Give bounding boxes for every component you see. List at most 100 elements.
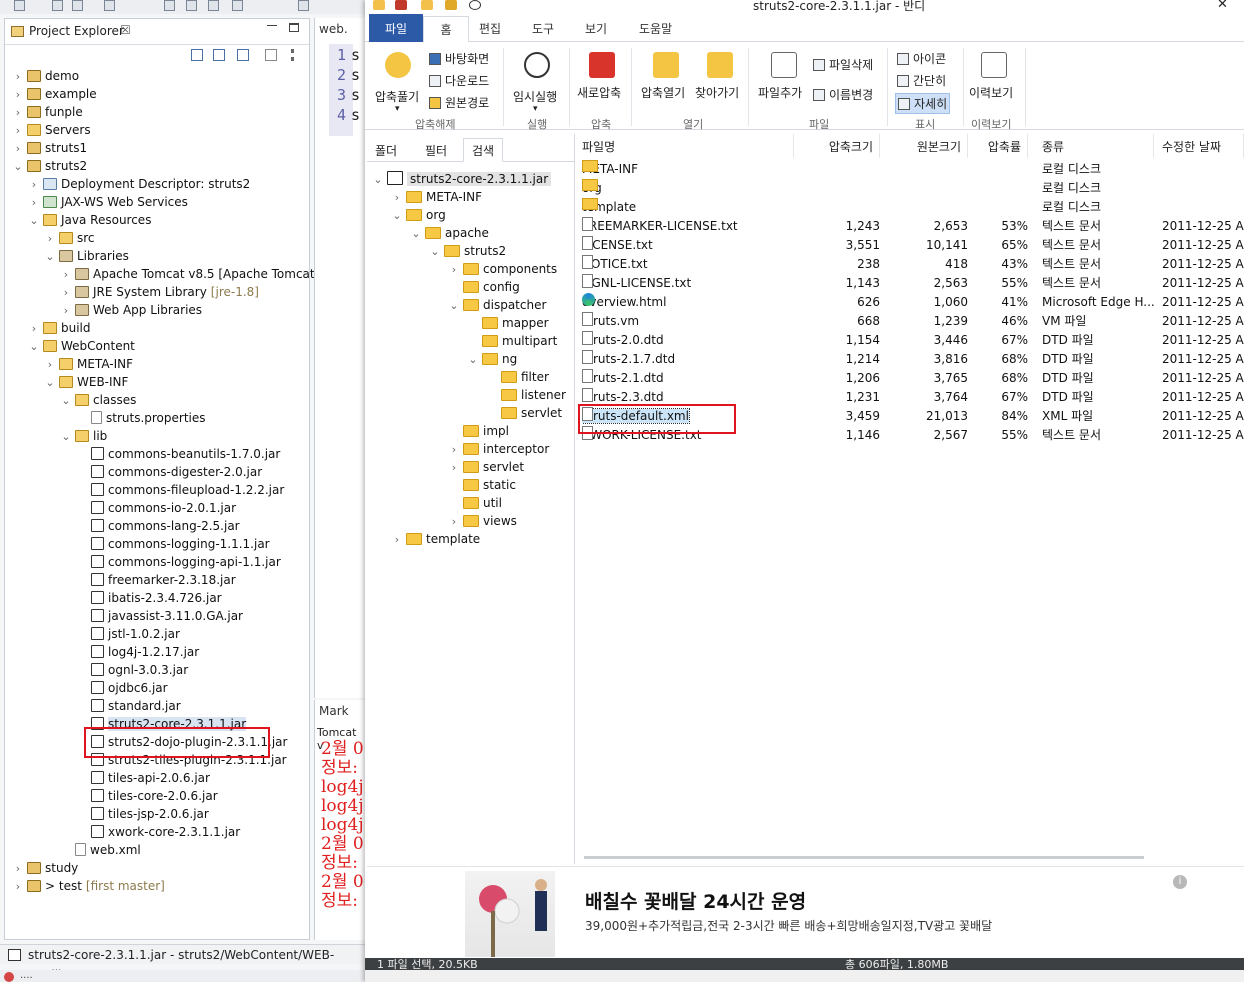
folder-tree-item[interactable]: ⌄ dispatcher bbox=[367, 296, 546, 314]
tree-item[interactable]: › Deployment Descriptor: struts2 bbox=[5, 175, 251, 193]
tree-item[interactable]: › funple bbox=[5, 103, 83, 121]
tree-item[interactable]: jstl-1.0.2.jar bbox=[5, 625, 180, 643]
tree-item[interactable]: › JRE System Library [jre-1.8] bbox=[5, 283, 259, 301]
chevron-right-icon[interactable]: › bbox=[449, 441, 459, 459]
file-row[interactable]: struts-2.0.dtd 1,154 3,446 67% DTD 파일 2011-12… bbox=[576, 331, 1244, 350]
close-icon[interactable]: ✕ bbox=[1217, 0, 1228, 12]
file-row[interactable]: template 로컬 디스크 bbox=[576, 198, 1244, 217]
folder-tree-item[interactable]: › META-INF bbox=[367, 188, 482, 206]
tree-item[interactable]: ibatis-2.3.4.726.jar bbox=[5, 589, 222, 607]
ad-subtitle[interactable]: 39,000원+추가적립금,전국 2-3시간 빠른 배송+희망배송일지정,TV광… bbox=[585, 917, 992, 934]
debug-icon[interactable] bbox=[164, 0, 175, 11]
tab-edit[interactable]: 편집 bbox=[479, 20, 501, 37]
code-text[interactable]: s bbox=[351, 106, 360, 124]
horizontal-scrollbar[interactable] bbox=[584, 856, 1144, 859]
file-row[interactable]: struts.vm 668 1,239 46% VM 파일 2011-12-25 AM bbox=[576, 312, 1244, 331]
folder-tree-item[interactable]: mapper bbox=[367, 314, 549, 332]
chevron-right-icon[interactable]: › bbox=[29, 320, 39, 338]
tab-help[interactable]: 도움말 bbox=[639, 20, 672, 37]
tree-item[interactable]: log4j-1.2.17.jar bbox=[5, 643, 199, 661]
origin-path-button[interactable]: 원본경로 bbox=[429, 94, 489, 111]
tree-item[interactable]: › example bbox=[5, 85, 97, 103]
tree-item[interactable]: freemarker-2.3.18.jar bbox=[5, 571, 236, 589]
tree-item[interactable]: › Servers bbox=[5, 121, 91, 139]
history-button[interactable]: 이력보기 bbox=[969, 84, 1013, 101]
chevron-down-icon[interactable]: ⌄ bbox=[45, 374, 55, 392]
chevron-right-icon[interactable]: › bbox=[13, 122, 23, 140]
chevron-right-icon[interactable]: › bbox=[61, 302, 71, 320]
chevron-down-icon[interactable]: ⌄ bbox=[430, 243, 440, 261]
tree-item[interactable]: javassist-3.11.0.GA.jar bbox=[5, 607, 243, 625]
zip-icon[interactable] bbox=[395, 0, 407, 10]
folder-tree-item[interactable]: filter bbox=[367, 368, 549, 386]
chevron-down-icon[interactable]: ⌄ bbox=[449, 297, 459, 315]
folder-tree-item[interactable]: util bbox=[367, 494, 502, 512]
download-button[interactable]: 다운로드 bbox=[429, 72, 489, 89]
tab-folder[interactable]: 폴더 bbox=[375, 142, 397, 159]
tree-item[interactable]: › > test [first master] bbox=[5, 877, 165, 895]
tree-item[interactable]: › Apache Tomcat v8.5 [Apache Tomcat v bbox=[5, 265, 326, 283]
new-icon[interactable] bbox=[14, 0, 25, 11]
chevron-down-icon[interactable]: ⌄ bbox=[392, 207, 402, 225]
tree-item[interactable]: › META-INF bbox=[5, 355, 133, 373]
file-row[interactable]: OGNL-LICENSE.txt 1,143 2,563 55% 텍스트 문서 2011-… bbox=[576, 274, 1244, 293]
chevron-right-icon[interactable]: › bbox=[61, 266, 71, 284]
new-zip-button[interactable]: 새로압축 bbox=[577, 84, 621, 101]
view-menu-icon[interactable] bbox=[291, 49, 294, 61]
folder-tree-item[interactable]: impl bbox=[367, 422, 509, 440]
file-row[interactable]: org 로컬 디스크 bbox=[576, 179, 1244, 198]
simple-view-button[interactable]: 간단히 bbox=[897, 72, 946, 89]
add-file-button[interactable]: 파일추가 bbox=[758, 84, 802, 101]
code-text[interactable]: s bbox=[351, 66, 360, 84]
file-row[interactable]: overview.html 626 1,060 41% Microsoft Edge H… bbox=[576, 293, 1244, 312]
chevron-right-icon[interactable]: › bbox=[13, 140, 23, 158]
tree-item[interactable]: ⌄ WEB-INF bbox=[5, 373, 128, 391]
editor-tab[interactable]: web. bbox=[319, 22, 348, 36]
chevron-down-icon[interactable]: ⌄ bbox=[61, 428, 71, 446]
col-header-packed[interactable]: 압축크기 bbox=[790, 134, 880, 158]
save-icon[interactable] bbox=[52, 0, 63, 11]
chevron-right-icon[interactable]: › bbox=[449, 459, 459, 477]
minimize-icon[interactable] bbox=[267, 25, 277, 28]
tree-item[interactable]: ⌄ classes bbox=[5, 391, 136, 409]
tree-item[interactable]: struts.properties bbox=[5, 409, 206, 427]
chevron-down-icon[interactable]: ⌄ bbox=[61, 392, 71, 410]
chevron-down-icon[interactable]: ⌄ bbox=[29, 212, 39, 230]
file-row[interactable]: struts-2.1.dtd 1,206 3,765 68% DTD 파일 2011-12… bbox=[576, 369, 1244, 388]
tree-item[interactable]: ⌄ Java Resources bbox=[5, 211, 151, 229]
chevron-down-icon[interactable]: ⌄ bbox=[411, 225, 421, 243]
close-icon[interactable]: ☒ bbox=[120, 23, 131, 37]
delete-file-button[interactable]: 파일삭제 bbox=[813, 56, 873, 73]
markers-tab[interactable]: Mark bbox=[319, 704, 349, 718]
folder-tree-item[interactable]: static bbox=[367, 476, 516, 494]
tree-item[interactable]: commons-io-2.0.1.jar bbox=[5, 499, 236, 517]
save-all-icon[interactable] bbox=[72, 0, 83, 11]
maximize-icon[interactable] bbox=[289, 23, 299, 32]
col-header-size[interactable]: 원본크기 bbox=[880, 134, 968, 158]
chevron-right-icon[interactable]: › bbox=[61, 284, 71, 302]
tree-item[interactable]: › struts1 bbox=[5, 139, 87, 157]
chevron-right-icon[interactable]: › bbox=[13, 68, 23, 86]
chevron-right-icon[interactable]: › bbox=[29, 194, 39, 212]
tree-item[interactable]: commons-digester-2.0.jar bbox=[5, 463, 262, 481]
detail-view-button[interactable]: 자세히 bbox=[895, 93, 951, 114]
tree-item[interactable]: › build bbox=[5, 319, 91, 337]
folder-tree-item[interactable]: ⌄ org bbox=[367, 206, 445, 225]
folder-tree-item[interactable]: listener bbox=[367, 386, 566, 404]
tab-search[interactable]: 검색 bbox=[463, 138, 504, 162]
folder-tree-item[interactable]: › components bbox=[367, 260, 557, 278]
chevron-down-icon[interactable]: ⌄ bbox=[45, 248, 55, 266]
folder-tree-item[interactable]: ⌄ ng bbox=[367, 350, 517, 368]
chevron-down-icon[interactable]: ⌄ bbox=[468, 351, 478, 369]
tree-item[interactable]: ⌄ lib bbox=[5, 427, 107, 445]
file-row[interactable]: struts-2.1.7.dtd 1,214 3,816 68% DTD 파일 2011-… bbox=[576, 350, 1244, 369]
tree-item[interactable]: tiles-jsp-2.0.6.jar bbox=[5, 805, 209, 823]
link-editor-icon[interactable] bbox=[213, 49, 225, 61]
stop-icon[interactable] bbox=[208, 0, 219, 11]
icon-view-button[interactable]: 아이콘 bbox=[897, 50, 946, 67]
chevron-right-icon[interactable]: › bbox=[45, 230, 55, 248]
focus-icon[interactable] bbox=[265, 49, 277, 61]
print-icon[interactable] bbox=[104, 0, 115, 11]
chevron-down-icon[interactable]: ▾ bbox=[533, 104, 538, 114]
tree-item[interactable]: › src bbox=[5, 229, 95, 247]
